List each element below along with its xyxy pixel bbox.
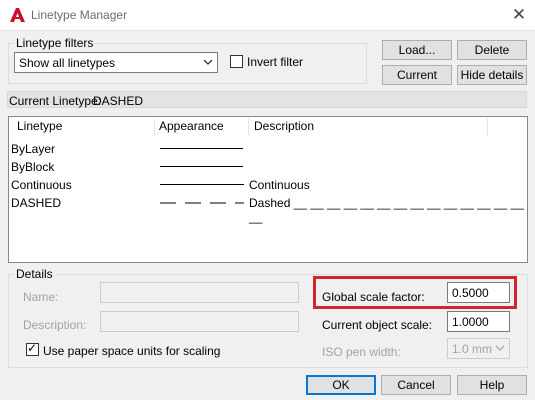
name-label: Name: [23,290,59,304]
checkmark-icon: ✓ [27,341,38,355]
object-scale-input[interactable]: 1.0000 [447,311,510,332]
help-button[interactable]: Help [457,375,527,395]
column-separator [248,118,249,136]
invert-filter-label: Invert filter [247,55,304,69]
chevron-down-icon [495,345,505,351]
column-header-description[interactable]: Description [254,119,314,133]
object-scale-value: 1.0000 [452,315,489,329]
hide-details-button[interactable]: Hide details [457,65,527,85]
iso-pen-width-value: 1.0 mm [452,342,493,356]
dashed-linetype-sample [160,202,244,204]
linetype-row-description: Dashed __ __ __ __ __ __ __ __ __ __ __ … [249,196,524,224]
column-separator [154,118,155,136]
load-button[interactable]: Load... [382,40,452,60]
window-title: Linetype Manager [31,8,128,22]
linetype-filter-dropdown[interactable]: Show all linetypes [14,52,218,73]
linetype-filters-label: Linetype filters [14,36,96,50]
help-button-label: Help [479,378,505,392]
load-button-label: Load... [398,43,436,57]
hide-details-button-label: Hide details [460,68,524,82]
linetype-row-name[interactable]: Continuous [11,178,72,192]
ok-button-label: OK [332,378,350,392]
close-icon[interactable]: ✕ [508,4,530,26]
column-separator [487,118,488,136]
paper-space-label: Use paper space units for scaling [43,344,221,358]
description-label: Description: [23,318,87,332]
linetype-sample [160,166,243,167]
column-header-linetype[interactable]: Linetype [17,119,62,133]
cancel-button-label: Cancel [397,378,435,392]
invert-filter-checkbox[interactable] [230,55,243,68]
linetype-sample [160,148,243,149]
chevron-down-icon [203,59,213,65]
iso-pen-width-label: ISO pen width: [322,345,401,359]
linetype-row-name[interactable]: DASHED [11,196,61,210]
iso-pen-width-dropdown: 1.0 mm [447,338,510,359]
annotation-highlight-box [313,276,517,309]
name-field [100,282,299,303]
linetype-row-description: Continuous [249,178,310,192]
delete-button-label: Delete [474,43,510,57]
current-button-label: Current [396,68,437,82]
autocad-a-icon [10,8,25,22]
linetype-sample [160,184,244,185]
current-button[interactable]: Current [382,65,452,85]
current-linetype-label: Current Linetype: [9,94,102,108]
object-scale-label: Current object scale: [322,318,433,332]
column-header-appearance[interactable]: Appearance [159,119,224,133]
cancel-button[interactable]: Cancel [381,375,451,395]
paper-space-checkbox[interactable]: ✓ [26,341,39,356]
linetype-row-name[interactable]: ByLayer [11,142,55,156]
linetype-filter-value: Show all linetypes [19,56,116,70]
delete-button[interactable]: Delete [457,40,527,60]
current-linetype-value: DASHED [93,94,144,108]
description-field [100,311,299,332]
linetype-row-name[interactable]: ByBlock [11,160,54,174]
details-label: Details [14,267,55,281]
ok-button[interactable]: OK [306,375,376,395]
